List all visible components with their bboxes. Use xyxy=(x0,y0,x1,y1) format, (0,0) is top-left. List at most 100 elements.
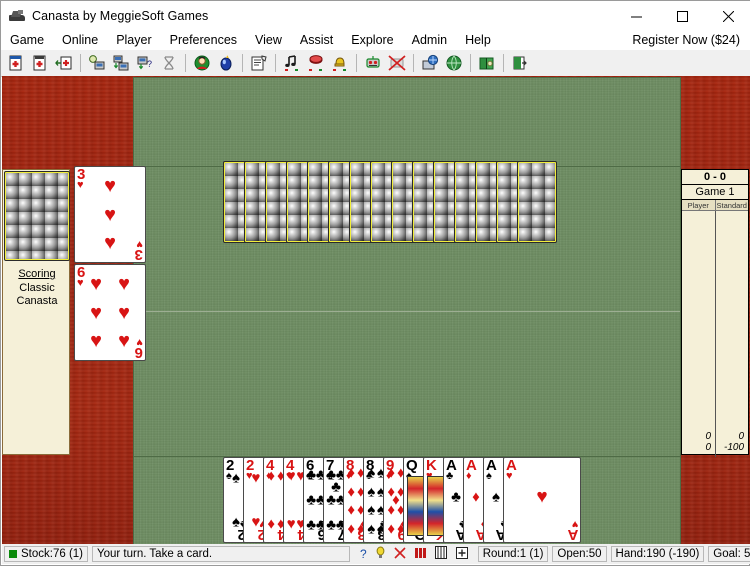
menu-item-online[interactable]: Online xyxy=(53,31,107,50)
card-pip: ♦ xyxy=(387,501,396,519)
player-profile-icon[interactable] xyxy=(191,52,213,74)
sound-icon[interactable] xyxy=(281,52,303,74)
toolbar: ? xyxy=(1,50,750,77)
menu-item-game[interactable]: Game xyxy=(1,31,53,50)
card-pip: ♥ xyxy=(286,467,296,485)
card-pip: ♦ xyxy=(387,520,396,538)
help-question-icon[interactable]: ? xyxy=(360,547,367,561)
meld-icon[interactable] xyxy=(434,546,447,562)
opponent-hand xyxy=(223,161,557,243)
status-stock: Stock:76 (1) xyxy=(4,546,88,562)
score-table-headers: Player Standard xyxy=(682,200,748,211)
hourglass-icon[interactable] xyxy=(158,52,180,74)
card-pip: ♥ xyxy=(90,273,102,295)
status-indicator-icon xyxy=(9,550,17,558)
chat-icon[interactable] xyxy=(419,52,441,74)
exit-icon[interactable] xyxy=(509,52,531,74)
card-corner-index-bottom: 6 ♥ xyxy=(135,336,143,361)
card-corner-index: 6 ♥ xyxy=(77,264,85,289)
join-game-icon[interactable] xyxy=(110,52,132,74)
card-pip: ♥ xyxy=(118,330,130,352)
robot-icon[interactable] xyxy=(362,52,384,74)
score-cell: 0 xyxy=(705,442,711,453)
no-robot-icon[interactable] xyxy=(386,52,408,74)
save-game-icon[interactable] xyxy=(29,52,51,74)
card-pip: ♠ xyxy=(367,464,376,482)
card-pip: ♠ xyxy=(367,520,376,538)
menu-item-view[interactable]: View xyxy=(246,31,291,50)
card-corner-index: A ♠ xyxy=(486,457,497,482)
discard-card[interactable]: 6 ♥ 6 ♥ ♥ ♥ ♥ ♥ ♥ ♥ xyxy=(74,264,146,361)
minimize-button[interactable] xyxy=(613,1,659,31)
card-pip: ♣ xyxy=(306,466,317,484)
score-panel: 0 - 0 Game 1 Player Standard 0 0 0 -100 xyxy=(681,169,749,457)
menu-item-assist[interactable]: Assist xyxy=(291,31,342,50)
box-icon[interactable] xyxy=(455,546,468,562)
felt-divider xyxy=(134,311,680,312)
player-hand[interactable]: 2♠2♠♠♠2♥2♥♥♥4♦4♦♦♦♦♦4♥4♥♥♥♥♥6♣6♣♣♣♣♣♣♣7♣… xyxy=(223,457,581,543)
score-totals: 0 0 0 -100 xyxy=(682,431,748,453)
card-pip: ♦ xyxy=(347,464,356,482)
help-book-icon[interactable] xyxy=(476,52,498,74)
cards-icon[interactable] xyxy=(414,547,426,562)
register-now-link[interactable]: Register Now ($24) xyxy=(632,31,740,50)
query-game-icon[interactable]: ? xyxy=(134,52,156,74)
card-pip: ♣ xyxy=(326,491,337,509)
menu-item-help[interactable]: Help xyxy=(456,31,500,50)
stock-pile[interactable] xyxy=(4,171,70,261)
felt-top-area[interactable] xyxy=(133,77,681,167)
card-pip: ♥ xyxy=(104,232,116,254)
status-stock-label: Stock:76 (1) xyxy=(21,548,83,560)
card-pip: ♥ xyxy=(90,301,102,324)
card-pip: ♦ xyxy=(387,464,396,482)
status-message: Your turn. Take a card. xyxy=(92,546,350,562)
bell-icon[interactable] xyxy=(329,52,351,74)
hint-bulb-icon[interactable] xyxy=(376,546,385,562)
scoresheet-icon[interactable] xyxy=(248,52,270,74)
card-pip: ♦ xyxy=(347,520,356,538)
score-header-player: Player xyxy=(682,200,716,211)
hint-icon[interactable] xyxy=(215,52,237,74)
window-controls xyxy=(613,1,750,31)
card-pip: ♠ xyxy=(367,483,376,501)
new-game-icon[interactable] xyxy=(5,52,27,74)
maximize-button[interactable] xyxy=(659,1,705,31)
card-pip: ♥ xyxy=(104,175,116,197)
discard-card[interactable]: 3 ♥ 3 ♥ ♥ ♥ ♥ xyxy=(74,166,146,263)
menu-item-admin[interactable]: Admin xyxy=(403,31,456,50)
card-pip: ♦ xyxy=(267,467,276,485)
card-pip: ♣ xyxy=(326,516,337,534)
card-corner-index: A ♣ xyxy=(446,457,457,482)
status-hand: Hand:190 (-190) xyxy=(610,546,705,562)
stock-card-back[interactable] xyxy=(4,171,70,261)
scoring-link[interactable]: Scoring xyxy=(3,268,71,280)
stop-icon[interactable] xyxy=(305,52,327,74)
no-chat-icon[interactable] xyxy=(394,546,406,562)
status-bar: Stock:76 (1) Your turn. Take a card. ? R… xyxy=(2,544,750,564)
hand-card[interactable]: A ♥ A ♥ ♥ xyxy=(503,457,581,543)
score-cell: 0 xyxy=(705,431,711,442)
web-icon[interactable] xyxy=(443,52,465,74)
score-table-body[interactable]: 0 0 0 -100 xyxy=(682,211,748,457)
score-column-divider xyxy=(715,211,716,457)
menu-item-preferences[interactable]: Preferences xyxy=(161,31,246,50)
connect-icon[interactable] xyxy=(86,52,108,74)
card-corner-index: A ♥ xyxy=(506,457,517,482)
canasta-app-window: Canasta by MeggieSoft Games Game Online … xyxy=(0,0,750,566)
card-pip: ♠ xyxy=(232,513,240,531)
score-total: 0 - 0 xyxy=(682,170,748,185)
menu-item-explore[interactable]: Explore xyxy=(342,31,402,50)
card-pip: ♣ xyxy=(451,488,461,506)
card-pip: ♠ xyxy=(232,469,240,487)
open-game-icon[interactable] xyxy=(53,52,75,74)
card-pip: ♦ xyxy=(347,501,356,519)
card-pip: ♥ xyxy=(251,513,261,531)
card-corner-index-bottom: 3 ♥ xyxy=(135,238,143,263)
menu-item-player[interactable]: Player xyxy=(107,31,160,50)
game-board[interactable]: Scoring Classic Canasta 3 ♥ 3 ♥ ♥ ♥ ♥ 6 ♥ 6 ♥ ♥ ♥ ♥ ♥ ♥… xyxy=(2,76,750,545)
title-bar-left: Canasta by MeggieSoft Games xyxy=(9,1,208,31)
close-button[interactable] xyxy=(705,1,750,31)
title-bar: Canasta by MeggieSoft Games xyxy=(1,1,750,31)
score-cell: -100 xyxy=(723,442,744,453)
card-pip: ♠ xyxy=(492,488,500,506)
